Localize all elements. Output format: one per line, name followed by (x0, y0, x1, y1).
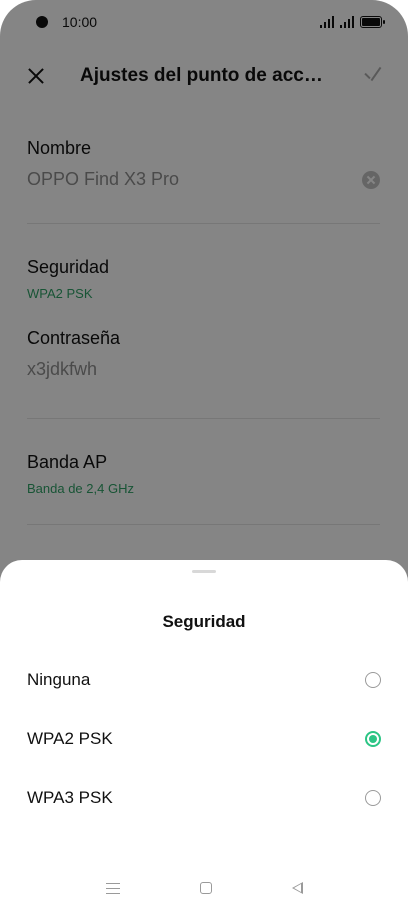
back-icon[interactable] (291, 882, 303, 894)
sheet-drag-handle[interactable] (192, 570, 216, 573)
phone-screen: 10:00 Ajustes del punto de acceso... Nom… (0, 0, 408, 911)
option-label: WPA3 PSK (27, 788, 113, 807)
system-navigation-bar (0, 865, 408, 911)
security-bottom-sheet: Seguridad Ninguna WPA2 PSK WPA3 PSK (0, 560, 408, 911)
sheet-title: Seguridad (162, 612, 246, 631)
radio-unchecked-icon[interactable] (365, 790, 381, 806)
option-wpa2-psk[interactable]: WPA2 PSK (27, 719, 381, 759)
option-wpa3-psk[interactable]: WPA3 PSK (27, 778, 381, 818)
option-label: WPA2 PSK (27, 729, 113, 748)
radio-checked-icon[interactable] (365, 731, 381, 747)
menu-icon[interactable] (105, 882, 120, 894)
home-icon[interactable] (199, 882, 212, 894)
radio-unchecked-icon[interactable] (365, 672, 381, 688)
option-ninguna[interactable]: Ninguna (27, 660, 381, 700)
option-label: Ninguna (27, 670, 91, 689)
